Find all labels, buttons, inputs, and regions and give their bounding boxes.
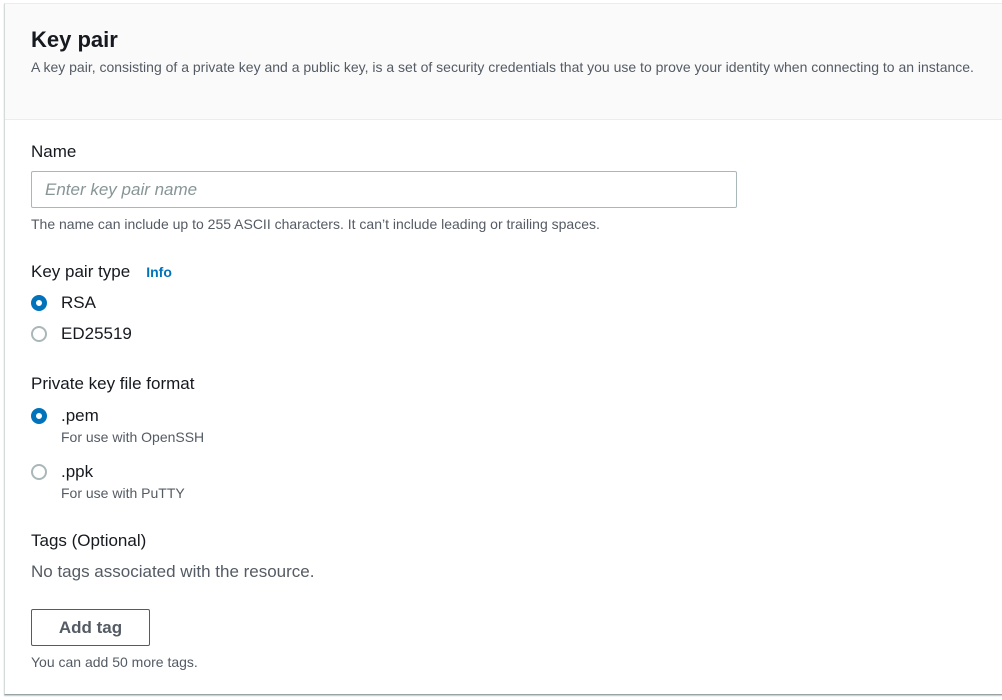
panel-header: Key pair A key pair, consisting of a pri… — [5, 4, 1002, 120]
radio-label-ppk: .ppk — [61, 462, 94, 481]
add-tag-button[interactable]: Add tag — [31, 609, 150, 646]
radio-desc-ppk: For use with PuTTY — [61, 485, 185, 501]
key-pair-name-input[interactable] — [31, 171, 737, 208]
panel-description: A key pair, consisting of a private key … — [31, 59, 974, 75]
name-hint: The name can include up to 255 ASCII cha… — [31, 216, 600, 232]
tags-hint: You can add 50 more tags. — [31, 654, 198, 670]
radio-pem[interactable] — [31, 408, 47, 424]
radio-option-ppk[interactable]: .ppk For use with PuTTY — [31, 461, 185, 502]
radio-option-ed25519[interactable]: ED25519 — [31, 323, 132, 345]
radio-label-rsa: RSA — [61, 293, 96, 312]
name-label: Name — [31, 142, 77, 161]
panel-title: Key pair — [31, 27, 118, 52]
radio-desc-pem: For use with OpenSSH — [61, 429, 205, 445]
radio-option-rsa[interactable]: RSA — [31, 292, 96, 314]
radio-ppk[interactable] — [31, 464, 47, 480]
tags-label: Tags (Optional) — [31, 531, 147, 550]
radio-ed25519[interactable] — [31, 326, 47, 342]
info-link[interactable]: Info — [146, 264, 172, 280]
radio-label-pem: .pem — [61, 406, 99, 425]
radio-option-pem[interactable]: .pem For use with OpenSSH — [31, 405, 204, 446]
radio-label-ed25519: ED25519 — [61, 324, 132, 343]
tags-empty-text: No tags associated with the resource. — [31, 562, 315, 581]
private-key-format-label: Private key file format — [31, 374, 195, 393]
radio-rsa[interactable] — [31, 295, 47, 311]
key-pair-type-heading: Key pair type Info — [31, 261, 172, 283]
key-pair-panel: Key pair A key pair, consisting of a pri… — [4, 3, 1002, 695]
key-pair-type-label: Key pair type — [31, 262, 131, 281]
